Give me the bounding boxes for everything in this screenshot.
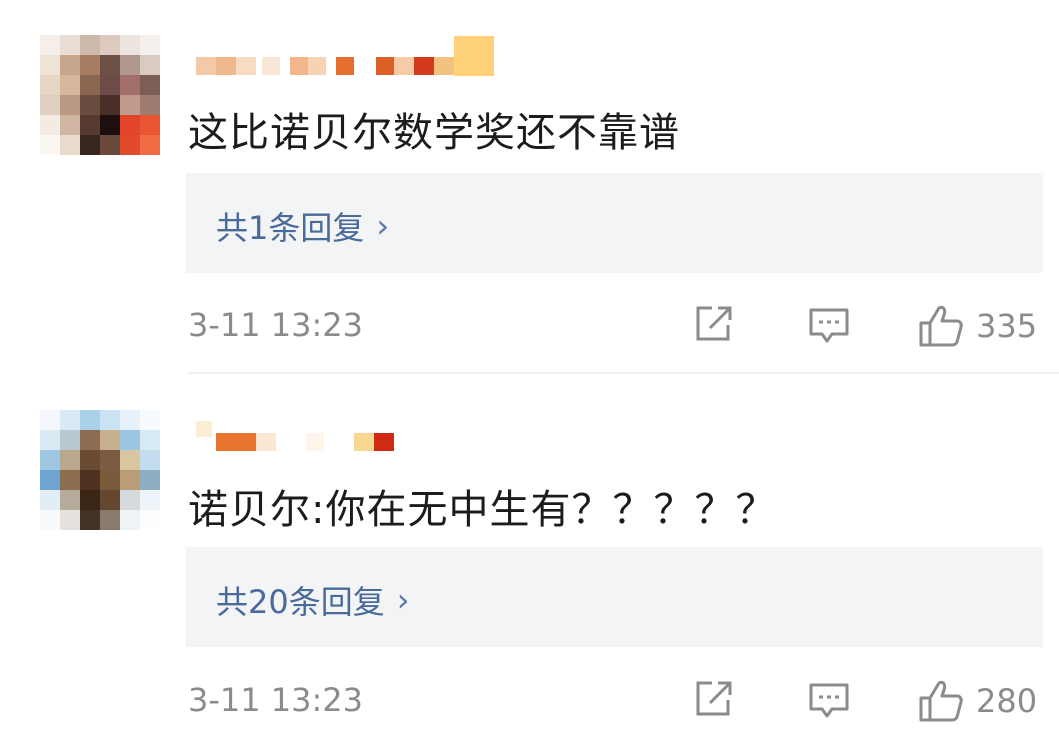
share-button[interactable] — [694, 680, 734, 718]
comment-item: 这比诺贝尔数学奖还不靠谱 共1条回复 › 3-11 13:23 335 — [0, 0, 1059, 370]
comment-text: 诺贝尔:你在无中生有？？？？？ — [188, 487, 777, 533]
comment-button[interactable] — [808, 681, 850, 721]
comment-button[interactable] — [808, 306, 850, 346]
reply-preview[interactable]: 共20条回复 › — [186, 547, 1043, 647]
comment-icon — [809, 308, 849, 343]
chevron-right-icon: › — [376, 207, 390, 245]
comment-text: 这比诺贝尔数学奖还不靠谱 — [188, 110, 680, 156]
like-count: 335 — [976, 307, 1038, 345]
view-replies-link[interactable]: 共20条回复 › — [216, 577, 410, 623]
thumb-up-icon — [919, 305, 963, 347]
comment-timestamp: 3-11 13:23 — [188, 681, 364, 719]
username-redacted[interactable] — [196, 36, 494, 78]
share-button[interactable] — [694, 305, 734, 343]
share-edit-icon — [696, 681, 732, 716]
reply-preview[interactable]: 共1条回复 › — [186, 173, 1043, 273]
like-button[interactable]: 280 — [918, 679, 1037, 723]
chevron-right-icon: › — [396, 581, 410, 619]
avatar[interactable] — [40, 35, 160, 155]
reply-count-label[interactable]: 共1条回复 — [216, 203, 364, 249]
share-edit-icon — [696, 306, 732, 341]
like-count: 280 — [976, 682, 1038, 720]
comment-timestamp: 3-11 13:23 — [188, 306, 364, 344]
username-redacted[interactable] — [196, 421, 394, 454]
view-replies-link[interactable]: 共1条回复 › — [216, 203, 389, 249]
comment-icon — [809, 683, 849, 718]
like-button[interactable]: 335 — [918, 304, 1037, 348]
avatar[interactable] — [40, 410, 160, 530]
thumb-up-icon — [919, 680, 963, 722]
comment-item: 诺贝尔:你在无中生有？？？？？ 共20条回复 › 3-11 13:23 280 — [0, 370, 1059, 742]
reply-count-label[interactable]: 共20条回复 — [216, 577, 385, 623]
